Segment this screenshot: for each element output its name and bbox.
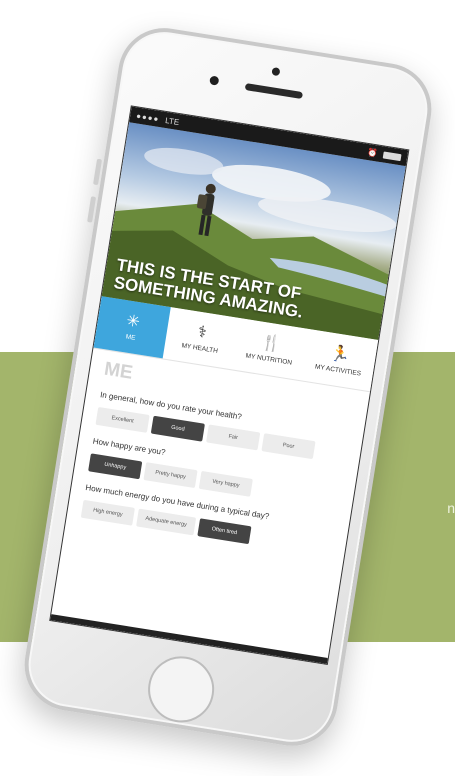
- tab-my-activities[interactable]: 🏃 MY ACTIVITIES: [301, 329, 378, 391]
- option-often-tired[interactable]: Often tired: [197, 518, 252, 545]
- option-excellent[interactable]: Excellent: [95, 406, 150, 433]
- smartphone: ●●●● LTE ⏰ THIS IS THE START OF SOMETHIN…: [17, 21, 439, 753]
- option-high-energy[interactable]: High energy: [80, 499, 135, 526]
- tab-my-health-label: MY HEALTH: [181, 341, 219, 355]
- option-good[interactable]: Good: [150, 415, 205, 442]
- tab-my-activities-label: MY ACTIVITIES: [314, 362, 362, 378]
- option-pretty-happy[interactable]: Pretty happy: [143, 462, 198, 489]
- alarm-icon: ⏰: [366, 147, 379, 158]
- carrier-label: LTE: [164, 115, 180, 127]
- battery-icon: [382, 150, 402, 161]
- option-unhappy[interactable]: Unhappy: [88, 453, 143, 480]
- option-poor[interactable]: Poor: [261, 433, 316, 460]
- status-right: ⏰: [367, 147, 402, 161]
- tab-me[interactable]: ✳ ME: [93, 296, 171, 359]
- tab-my-health[interactable]: ⚕ MY HEALTH: [163, 307, 240, 369]
- signal-icon: ●●●●: [135, 110, 161, 124]
- fork-knife-icon: 🍴: [260, 333, 283, 354]
- tab-me-label: ME: [125, 332, 136, 342]
- tab-my-nutrition[interactable]: 🍴 MY NUTRITION: [232, 318, 309, 380]
- option-fair[interactable]: Fair: [206, 424, 261, 451]
- runner-icon: 🏃: [329, 344, 352, 365]
- tab-my-nutrition-label: MY NUTRITION: [245, 351, 293, 367]
- vitruvian-icon: ✳: [125, 311, 142, 331]
- option-very-happy[interactable]: Very happy: [198, 470, 253, 497]
- caduceus-icon: ⚕: [196, 323, 208, 342]
- option-adequate-energy[interactable]: Adequate energy: [136, 508, 197, 536]
- partial-text: n: [447, 500, 455, 516]
